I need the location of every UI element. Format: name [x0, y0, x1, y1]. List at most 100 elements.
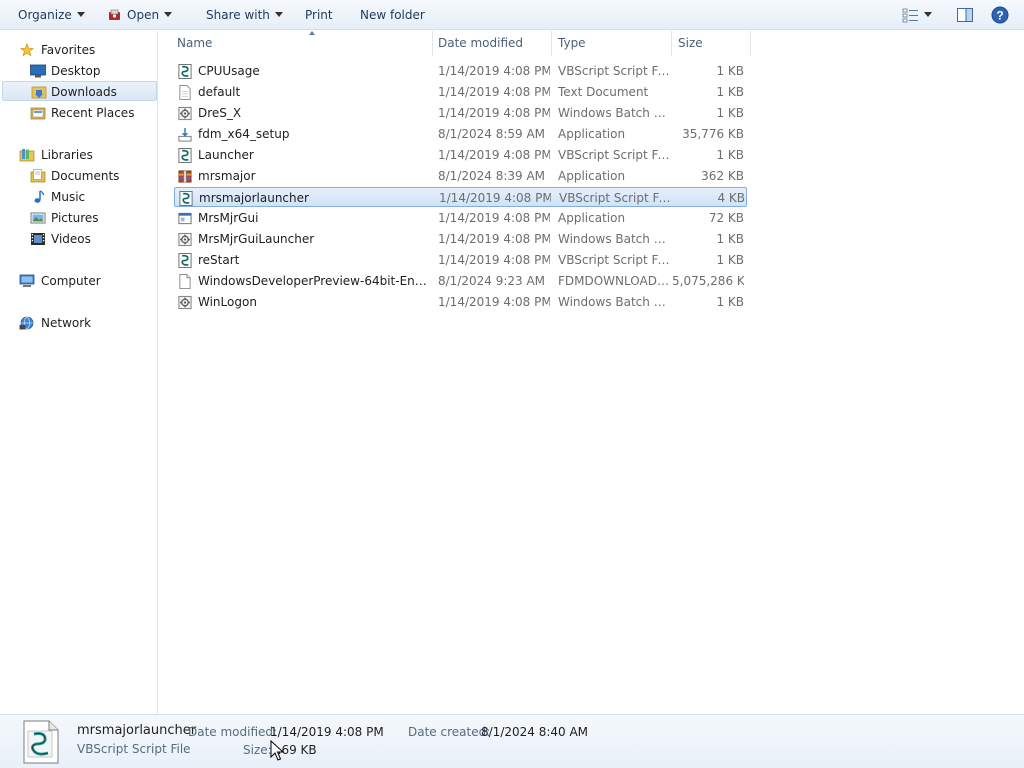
sort-ascending-icon [309, 31, 315, 35]
nav-documents-label: Documents [51, 169, 120, 183]
nav-favorites[interactable]: Favorites [18, 40, 148, 60]
text-file-icon [179, 85, 191, 100]
file-row[interactable]: Launcher 1/14/2019 4:08 PM VBScript Script… [174, 145, 747, 165]
file-type: Text Document [558, 85, 649, 99]
file-row[interactable]: MrsMjrGui 1/14/2019 4:08 PM Application 72 … [174, 208, 747, 228]
print-button[interactable]: Print [305, 7, 333, 23]
mouse-cursor-icon [270, 740, 284, 761]
videos-icon [31, 233, 45, 245]
file-date-modified: 8/1/2024 8:39 AM [438, 169, 546, 183]
svg-text:?: ? [996, 9, 1003, 23]
desktop-icon [30, 64, 46, 78]
nav-downloads[interactable]: Downloads [2, 81, 157, 101]
file-row[interactable]: mrsmajor 8/1/2024 8:39 AM Application 362 K… [174, 166, 747, 186]
network-icon [19, 316, 34, 330]
file-type: Application [558, 127, 626, 141]
nav-desktop[interactable]: Desktop [28, 61, 148, 81]
column-header-date-modified[interactable]: Date modified [432, 31, 552, 56]
details-size-label: Size: [243, 743, 272, 757]
view-dropdown-icon [924, 12, 932, 17]
file-row[interactable]: WinLogon 1/14/2019 4:08 PM Windows Batch F… [174, 292, 747, 312]
details-view-icon [902, 8, 918, 23]
share-with-button[interactable]: Share with [206, 7, 283, 23]
column-header-type[interactable]: Type [552, 31, 672, 56]
batch-file-icon [178, 295, 192, 310]
vbscript-file-icon [178, 64, 192, 79]
help-button[interactable]: ? [991, 6, 1009, 24]
file-type: Windows Batch File [558, 232, 670, 246]
open-with-icon [109, 9, 120, 20]
nav-pictures[interactable]: Pictures [28, 208, 148, 228]
open-button[interactable]: Open [108, 7, 173, 23]
file-name: MrsMjrGui [198, 211, 259, 225]
file-size: 362 KB [701, 169, 744, 183]
libraries-icon [19, 149, 35, 162]
nav-network[interactable]: Network [18, 313, 148, 333]
nav-documents[interactable]: Documents [28, 166, 148, 186]
nav-libraries[interactable]: Libraries [18, 145, 148, 165]
file-name: DreS_X [198, 106, 242, 120]
nav-computer[interactable]: Computer [18, 271, 148, 291]
file-row[interactable]: mrsmajorlauncher 1/14/2019 4:08 PM VBScrip… [174, 187, 747, 207]
nav-music[interactable]: Music [28, 187, 148, 207]
file-name: default [198, 85, 241, 99]
archive-app-icon [178, 170, 192, 183]
installer-icon [178, 127, 192, 142]
file-type: VBScript Script File [559, 191, 671, 205]
file-type: Windows Batch File [558, 295, 670, 309]
change-view-button[interactable] [900, 6, 940, 24]
file-row[interactable]: default 1/14/2019 4:08 PM Text Document 1 K… [174, 82, 747, 102]
file-size: 1 KB [716, 148, 744, 162]
file-row[interactable]: fdm_x64_setup 8/1/2024 8:59 AM Application… [174, 124, 747, 144]
batch-file-icon [178, 106, 192, 121]
details-date-modified-label: Date modified: [188, 725, 278, 739]
file-date-modified: 1/14/2019 4:08 PM [438, 295, 550, 309]
music-note-icon [34, 190, 45, 203]
file-size: 1 KB [716, 232, 744, 246]
vbscript-file-icon [178, 253, 192, 268]
file-date-modified: 1/14/2019 4:08 PM [438, 232, 550, 246]
batch-file-icon [178, 232, 192, 247]
command-bar: Organize Open Share with Print New folde… [0, 0, 1024, 30]
downloads-folder-icon [31, 86, 47, 99]
nav-downloads-label: Downloads [51, 85, 117, 99]
nav-videos[interactable]: Videos [28, 229, 148, 249]
details-pane: mrsmajorlauncher VBScript Script File Da… [0, 714, 1024, 768]
file-name: Launcher [198, 148, 254, 162]
column-header-name[interactable]: Name [171, 31, 433, 56]
column-header-size[interactable]: Size [672, 31, 751, 56]
file-row[interactable]: DreS_X 1/14/2019 4:08 PM Windows Batch Fil… [174, 103, 747, 123]
organize-label: Organize [18, 8, 72, 22]
nav-recent-places[interactable]: Recent Places [28, 103, 148, 123]
file-name: CPUUsage [198, 64, 260, 78]
file-row[interactable]: reStart 1/14/2019 4:08 PM VBScript Script … [174, 250, 747, 270]
preview-pane-button[interactable] [956, 6, 974, 24]
star-icon [20, 43, 34, 57]
file-name: MrsMjrGuiLauncher [198, 232, 315, 246]
file-row[interactable]: CPUUsage 1/14/2019 4:08 PM VBScript Script… [174, 61, 747, 81]
file-row[interactable]: WindowsDeveloperPreview-64bit-English...… [174, 271, 747, 291]
organize-button[interactable]: Organize [18, 7, 85, 23]
file-size: 1 KB [716, 85, 744, 99]
nav-pictures-label: Pictures [51, 211, 99, 225]
file-size: 35,776 KB [682, 127, 744, 141]
file-date-modified: 1/14/2019 4:08 PM [439, 191, 551, 205]
file-type: VBScript Script File [558, 253, 670, 267]
file-type: VBScript Script File [558, 64, 670, 78]
file-date-modified: 1/14/2019 4:08 PM [438, 85, 550, 99]
file-date-modified: 1/14/2019 4:08 PM [438, 211, 550, 225]
nav-music-label: Music [51, 190, 86, 204]
file-type: VBScript Script File [558, 148, 670, 162]
file-list: Name Date modified Type Size CPUUsage 1/1… [159, 31, 1024, 714]
new-folder-button[interactable]: New folder [360, 7, 425, 23]
file-size: 1 KB [716, 106, 744, 120]
file-row[interactable]: MrsMjrGuiLauncher 1/14/2019 4:08 PM Window… [174, 229, 747, 249]
file-name: WinLogon [198, 295, 257, 309]
documents-icon [30, 169, 46, 183]
nav-favorites-label: Favorites [41, 43, 96, 57]
nav-desktop-label: Desktop [51, 64, 101, 78]
file-size: 4 KB [717, 191, 745, 205]
pictures-icon [30, 212, 46, 224]
details-date-created-value: 8/1/2024 8:40 AM [481, 725, 589, 739]
file-date-modified: 1/14/2019 4:08 PM [438, 106, 550, 120]
